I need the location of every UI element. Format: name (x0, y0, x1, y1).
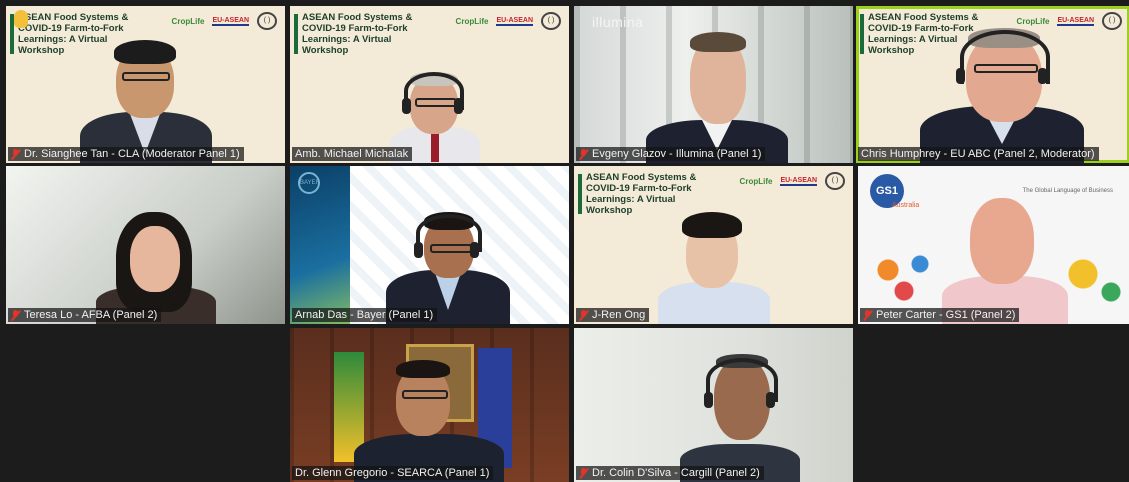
mic-muted-icon (11, 309, 20, 321)
headset-earcup (414, 242, 423, 258)
participant-nametag: Peter Carter - GS1 (Panel 2) (860, 308, 1020, 322)
video-tile-active-speaker[interactable]: ASEAN Food Systems & COVID-19 Farm-to-Fo… (856, 6, 1129, 163)
glasses (430, 244, 472, 253)
participant-nametag: Chris Humphrey - EU ABC (Panel 2, Modera… (858, 147, 1099, 161)
eu-asean-logo: EU-ASEAN (496, 16, 533, 26)
glasses (974, 64, 1038, 73)
video-tile[interactable]: ASEAN Food Systems & COVID-19 Farm-to-Fo… (574, 166, 853, 324)
banner-bar (578, 174, 582, 214)
headset-earcup (402, 98, 411, 114)
slide-title: ASEAN Food Systems & COVID-19 Farm-to-Fo… (586, 172, 697, 216)
participant-nametag: Amb. Michael Michalak (292, 147, 413, 161)
croplife-logo: CropLife (455, 16, 489, 26)
mic-muted-icon (579, 148, 588, 160)
participant-name: Arnab Das - Bayer (Panel 1) (295, 309, 434, 321)
mic-muted-icon (11, 148, 20, 160)
video-tile[interactable]: ASEAN Food Systems & COVID-19 Farm-to-Fo… (6, 6, 285, 163)
participant-name: Dr. Glenn Gregorio - SEARCA (Panel 1) (295, 467, 490, 479)
video-tile[interactable]: ASEAN Food Systems & COVID-19 Farm-to-Fo… (290, 6, 569, 163)
eu-asean-logo: EU-ASEAN (212, 16, 249, 26)
participant-name: Dr. Colin D'Silva - Cargill (Panel 2) (592, 467, 760, 479)
product-icons-left (864, 246, 944, 306)
participant-name: Evgeny Glazov - Illumina (Panel 1) (592, 148, 762, 160)
participant-nametag: Arnab Das - Bayer (Panel 1) (292, 308, 438, 322)
video-tile[interactable]: BAYER Arnab Das - Bayer (Panel 1) (290, 166, 569, 324)
person-hair (114, 40, 176, 64)
video-tile[interactable]: Dr. Colin D'Silva - Cargill (Panel 2) (574, 328, 853, 482)
sponsor-logos: CropLife EU-ASEAN ( ) (740, 172, 845, 190)
partner-logo: ( ) (1102, 12, 1122, 30)
headset-earcup (766, 392, 775, 408)
sponsor-logos: CropLife EU-ASEAN ( ) (456, 12, 561, 30)
partner-logo: ( ) (541, 12, 561, 30)
mic-muted-icon (579, 309, 588, 321)
person-head (130, 226, 180, 292)
headset-earcup (956, 68, 965, 84)
participant-nametag: Evgeny Glazov - Illumina (Panel 1) (576, 147, 766, 161)
participant-name: Chris Humphrey - EU ABC (Panel 2, Modera… (861, 148, 1095, 160)
video-tile[interactable]: Teresa Lo - AFBA (Panel 2) (6, 166, 285, 324)
glasses (122, 72, 170, 81)
necktie (431, 132, 439, 162)
video-grid: ASEAN Food Systems & COVID-19 Farm-to-Fo… (0, 0, 1129, 482)
croplife-logo: CropLife (1016, 16, 1050, 26)
banner-bar (294, 14, 298, 54)
glasses (415, 98, 457, 107)
mic-muted-icon (863, 309, 872, 321)
slide-banner: ASEAN Food Systems & COVID-19 Farm-to-Fo… (290, 6, 569, 76)
participant-nametag: J-Ren Ong (576, 308, 650, 322)
video-tile[interactable]: GS1 Australia The Global Language of Bus… (858, 166, 1129, 324)
participant-nametag: Dr. Glenn Gregorio - SEARCA (Panel 1) (292, 466, 494, 480)
headset-earcup (1038, 68, 1047, 84)
eu-asean-logo: EU-ASEAN (1057, 16, 1094, 26)
participant-nametag: Teresa Lo - AFBA (Panel 2) (8, 308, 162, 322)
gs1-tagline: The Global Language of Business (1022, 188, 1113, 194)
gs1-subtitle: Australia (892, 202, 920, 209)
partner-logo: ( ) (257, 12, 277, 30)
headset-earcup (704, 392, 713, 408)
partner-logo: ( ) (825, 172, 845, 190)
sponsor-logos: CropLife EU-ASEAN ( ) (172, 12, 277, 30)
participant-name: J-Ren Ong (592, 309, 646, 321)
croplife-logo: CropLife (171, 16, 205, 26)
bayer-logo: BAYER (298, 172, 320, 194)
video-tile[interactable]: Dr. Glenn Gregorio - SEARCA (Panel 1) (290, 328, 569, 482)
illumina-logo: illumina (592, 14, 644, 30)
person-body (658, 282, 770, 324)
participant-nametag: Dr. Sianghee Tan - CLA (Moderator Panel … (8, 147, 244, 161)
mic-muted-icon (579, 467, 588, 479)
person-hair (690, 32, 746, 52)
participant-name: Teresa Lo - AFBA (Panel 2) (24, 309, 158, 321)
participant-name: Dr. Sianghee Tan - CLA (Moderator Panel … (24, 148, 240, 160)
participant-nametag: Dr. Colin D'Silva - Cargill (Panel 2) (576, 466, 764, 480)
glasses (402, 390, 448, 399)
headset (960, 30, 1050, 84)
participant-name: Peter Carter - GS1 (Panel 2) (876, 309, 1016, 321)
video-tile[interactable]: illumina Evgeny Glazov - Illumina (Panel… (574, 6, 853, 163)
croplife-logo: CropLife (739, 176, 773, 186)
sponsor-logos: CropLife EU-ASEAN ( ) (1017, 12, 1122, 30)
participant-name: Amb. Michael Michalak (295, 148, 409, 160)
eu-asean-logo: EU-ASEAN (780, 176, 817, 186)
person-hair (396, 360, 450, 378)
raised-hand-icon (14, 10, 28, 28)
banner-bar (860, 14, 864, 54)
person-hair (682, 212, 742, 238)
slide-title: ASEAN Food Systems & COVID-19 Farm-to-Fo… (302, 12, 413, 56)
person-head (970, 198, 1034, 284)
